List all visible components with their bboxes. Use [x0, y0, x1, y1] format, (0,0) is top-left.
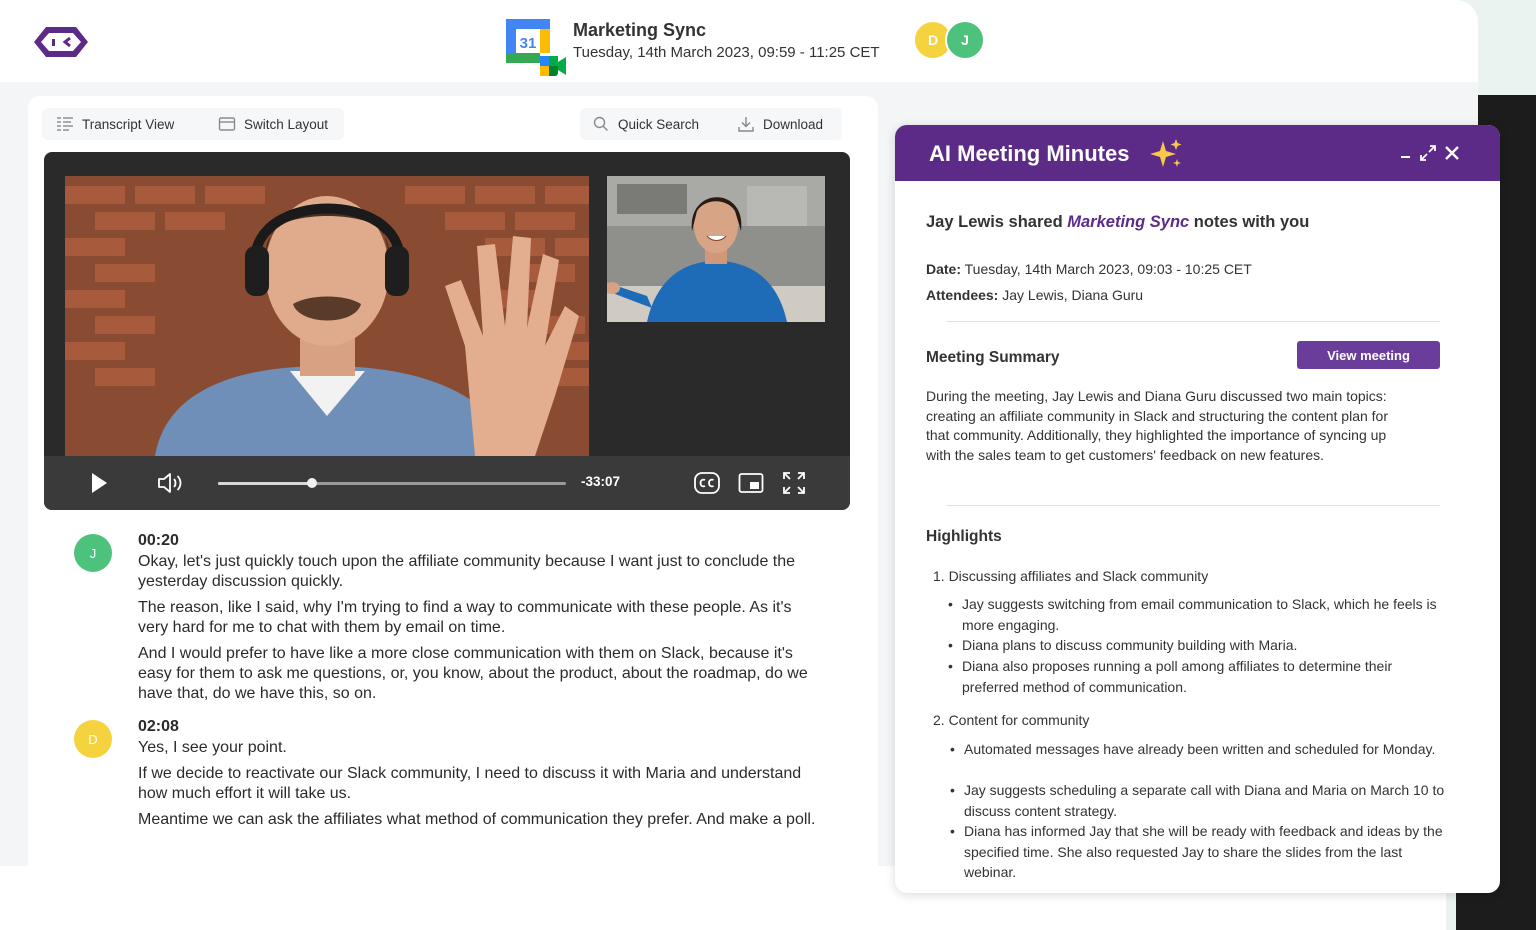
- sparkles-icon: [1150, 139, 1182, 167]
- captions-icon[interactable]: [693, 470, 721, 496]
- participant-avatar-j[interactable]: J: [945, 20, 985, 60]
- picture-in-picture-icon[interactable]: [738, 470, 764, 496]
- close-icon[interactable]: [1443, 144, 1461, 162]
- app-logo-icon[interactable]: [32, 24, 90, 60]
- progress-bar[interactable]: [218, 478, 566, 488]
- search-icon: [593, 116, 608, 131]
- highlight-topic: 1. Discussing affiliates and Slack commu…: [933, 568, 1209, 584]
- highlight-topic: 2. Content for community: [933, 712, 1090, 728]
- speaker-avatar: J: [74, 534, 112, 572]
- quick-search-label: Quick Search: [618, 116, 700, 132]
- attendees-label: Attendees:: [926, 287, 999, 303]
- date-label: Date:: [926, 261, 962, 277]
- play-icon[interactable]: [88, 470, 110, 496]
- attendees-line: Attendees: Jay Lewis, Diana Guru: [926, 287, 1143, 303]
- meeting-datetime: Tuesday, 14th March 2023, 09:59 - 11:25 …: [573, 44, 880, 61]
- transcript-paragraph: If we decide to reactivate our Slack com…: [138, 765, 802, 802]
- expand-icon[interactable]: [1419, 144, 1437, 162]
- volume-icon[interactable]: [156, 470, 186, 496]
- time-remaining: -33:07: [581, 474, 621, 489]
- switch-layout-button[interactable]: Switch Layout: [218, 108, 328, 140]
- layout-icon: [218, 117, 236, 131]
- transcript-paragraph: Meantime we can ask the affiliates what …: [138, 811, 816, 828]
- view-meeting-button[interactable]: View meeting: [1297, 341, 1440, 369]
- meeting-title: Marketing Sync: [573, 20, 707, 40]
- highlight-bullet: Diana also proposes running a poll among…: [946, 656, 1446, 697]
- divider: [946, 321, 1440, 322]
- download-label: Download: [763, 116, 824, 132]
- player-controls: -33:07: [44, 456, 850, 510]
- highlight-bullet: Jay suggests switching from email commun…: [946, 594, 1446, 635]
- transcript-paragraph: And I would prefer to have like a more c…: [138, 645, 808, 702]
- top-bar: 31 Marketing Sync Tuesday, 14th March 20…: [0, 0, 1478, 82]
- quick-search-button[interactable]: Quick Search: [592, 108, 699, 140]
- transcript-paragraph: Okay, let's just quickly touch upon the …: [138, 553, 796, 590]
- google-meet-icon: [540, 56, 566, 76]
- highlight-bullet: Diana has informed Jay that she will be …: [948, 821, 1448, 883]
- progress-handle[interactable]: [306, 478, 317, 488]
- summary-text: During the meeting, Jay Lewis and Diana …: [926, 388, 1388, 464]
- shared-notes-line: Jay Lewis shared Marketing Sync notes wi…: [926, 213, 1309, 232]
- highlights-heading: Highlights: [926, 528, 1002, 545]
- speaker-avatar: D: [74, 720, 112, 758]
- transcript-paragraph: Yes, I see your point.: [138, 739, 287, 756]
- summary-heading: Meeting Summary: [926, 349, 1060, 366]
- highlight-bullet: Diana plans to discuss community buildin…: [946, 635, 1446, 656]
- shared-suffix: notes with you: [1189, 213, 1310, 231]
- transcript-paragraph: The reason, like I said, why I'm trying …: [138, 599, 792, 636]
- progress-fill: [218, 482, 312, 485]
- recording-panel: Transcript View Switch Layout Quick Sear…: [28, 96, 878, 866]
- date-value: Tuesday, 14th March 2023, 09:03 - 10:25 …: [961, 261, 1252, 277]
- highlight-bullet: Jay suggests scheduling a separate call …: [948, 780, 1448, 821]
- transcript-view-label: Transcript View: [82, 116, 175, 132]
- ai-minutes-panel: AI Meeting Minutes Jay Lewis shared Mark…: [895, 125, 1500, 893]
- transcript-view-button[interactable]: Transcript View: [56, 108, 174, 140]
- background-bottom: [0, 866, 890, 930]
- transcript-timestamp[interactable]: 02:08: [138, 718, 179, 736]
- main-speaker-video[interactable]: [65, 176, 589, 456]
- transcript-timestamp[interactable]: 00:20: [138, 532, 179, 550]
- fullscreen-icon[interactable]: [781, 470, 807, 496]
- calendar-day: 31: [520, 35, 537, 52]
- shared-meeting-name[interactable]: Marketing Sync: [1067, 213, 1189, 231]
- switch-layout-label: Switch Layout: [244, 116, 329, 132]
- participant-video[interactable]: [607, 176, 825, 322]
- toolbar-right-group: Quick Search Download: [580, 108, 842, 140]
- divider: [946, 505, 1440, 506]
- ai-minutes-header: AI Meeting Minutes: [895, 125, 1500, 181]
- minimize-icon[interactable]: [1397, 144, 1415, 162]
- attendees-value: Jay Lewis, Diana Guru: [998, 287, 1144, 303]
- download-icon: [738, 117, 754, 132]
- download-button[interactable]: Download: [737, 108, 823, 140]
- transcript-icon: [57, 117, 73, 131]
- toolbar-left-group: Transcript View Switch Layout: [42, 108, 344, 140]
- shared-prefix: Jay Lewis shared: [926, 213, 1068, 231]
- highlight-bullet: Automated messages have already been wri…: [948, 739, 1448, 760]
- date-line: Date: Tuesday, 14th March 2023, 09:03 - …: [926, 261, 1252, 277]
- ai-minutes-title: AI Meeting Minutes: [929, 141, 1130, 166]
- video-player[interactable]: -33:07: [44, 152, 850, 510]
